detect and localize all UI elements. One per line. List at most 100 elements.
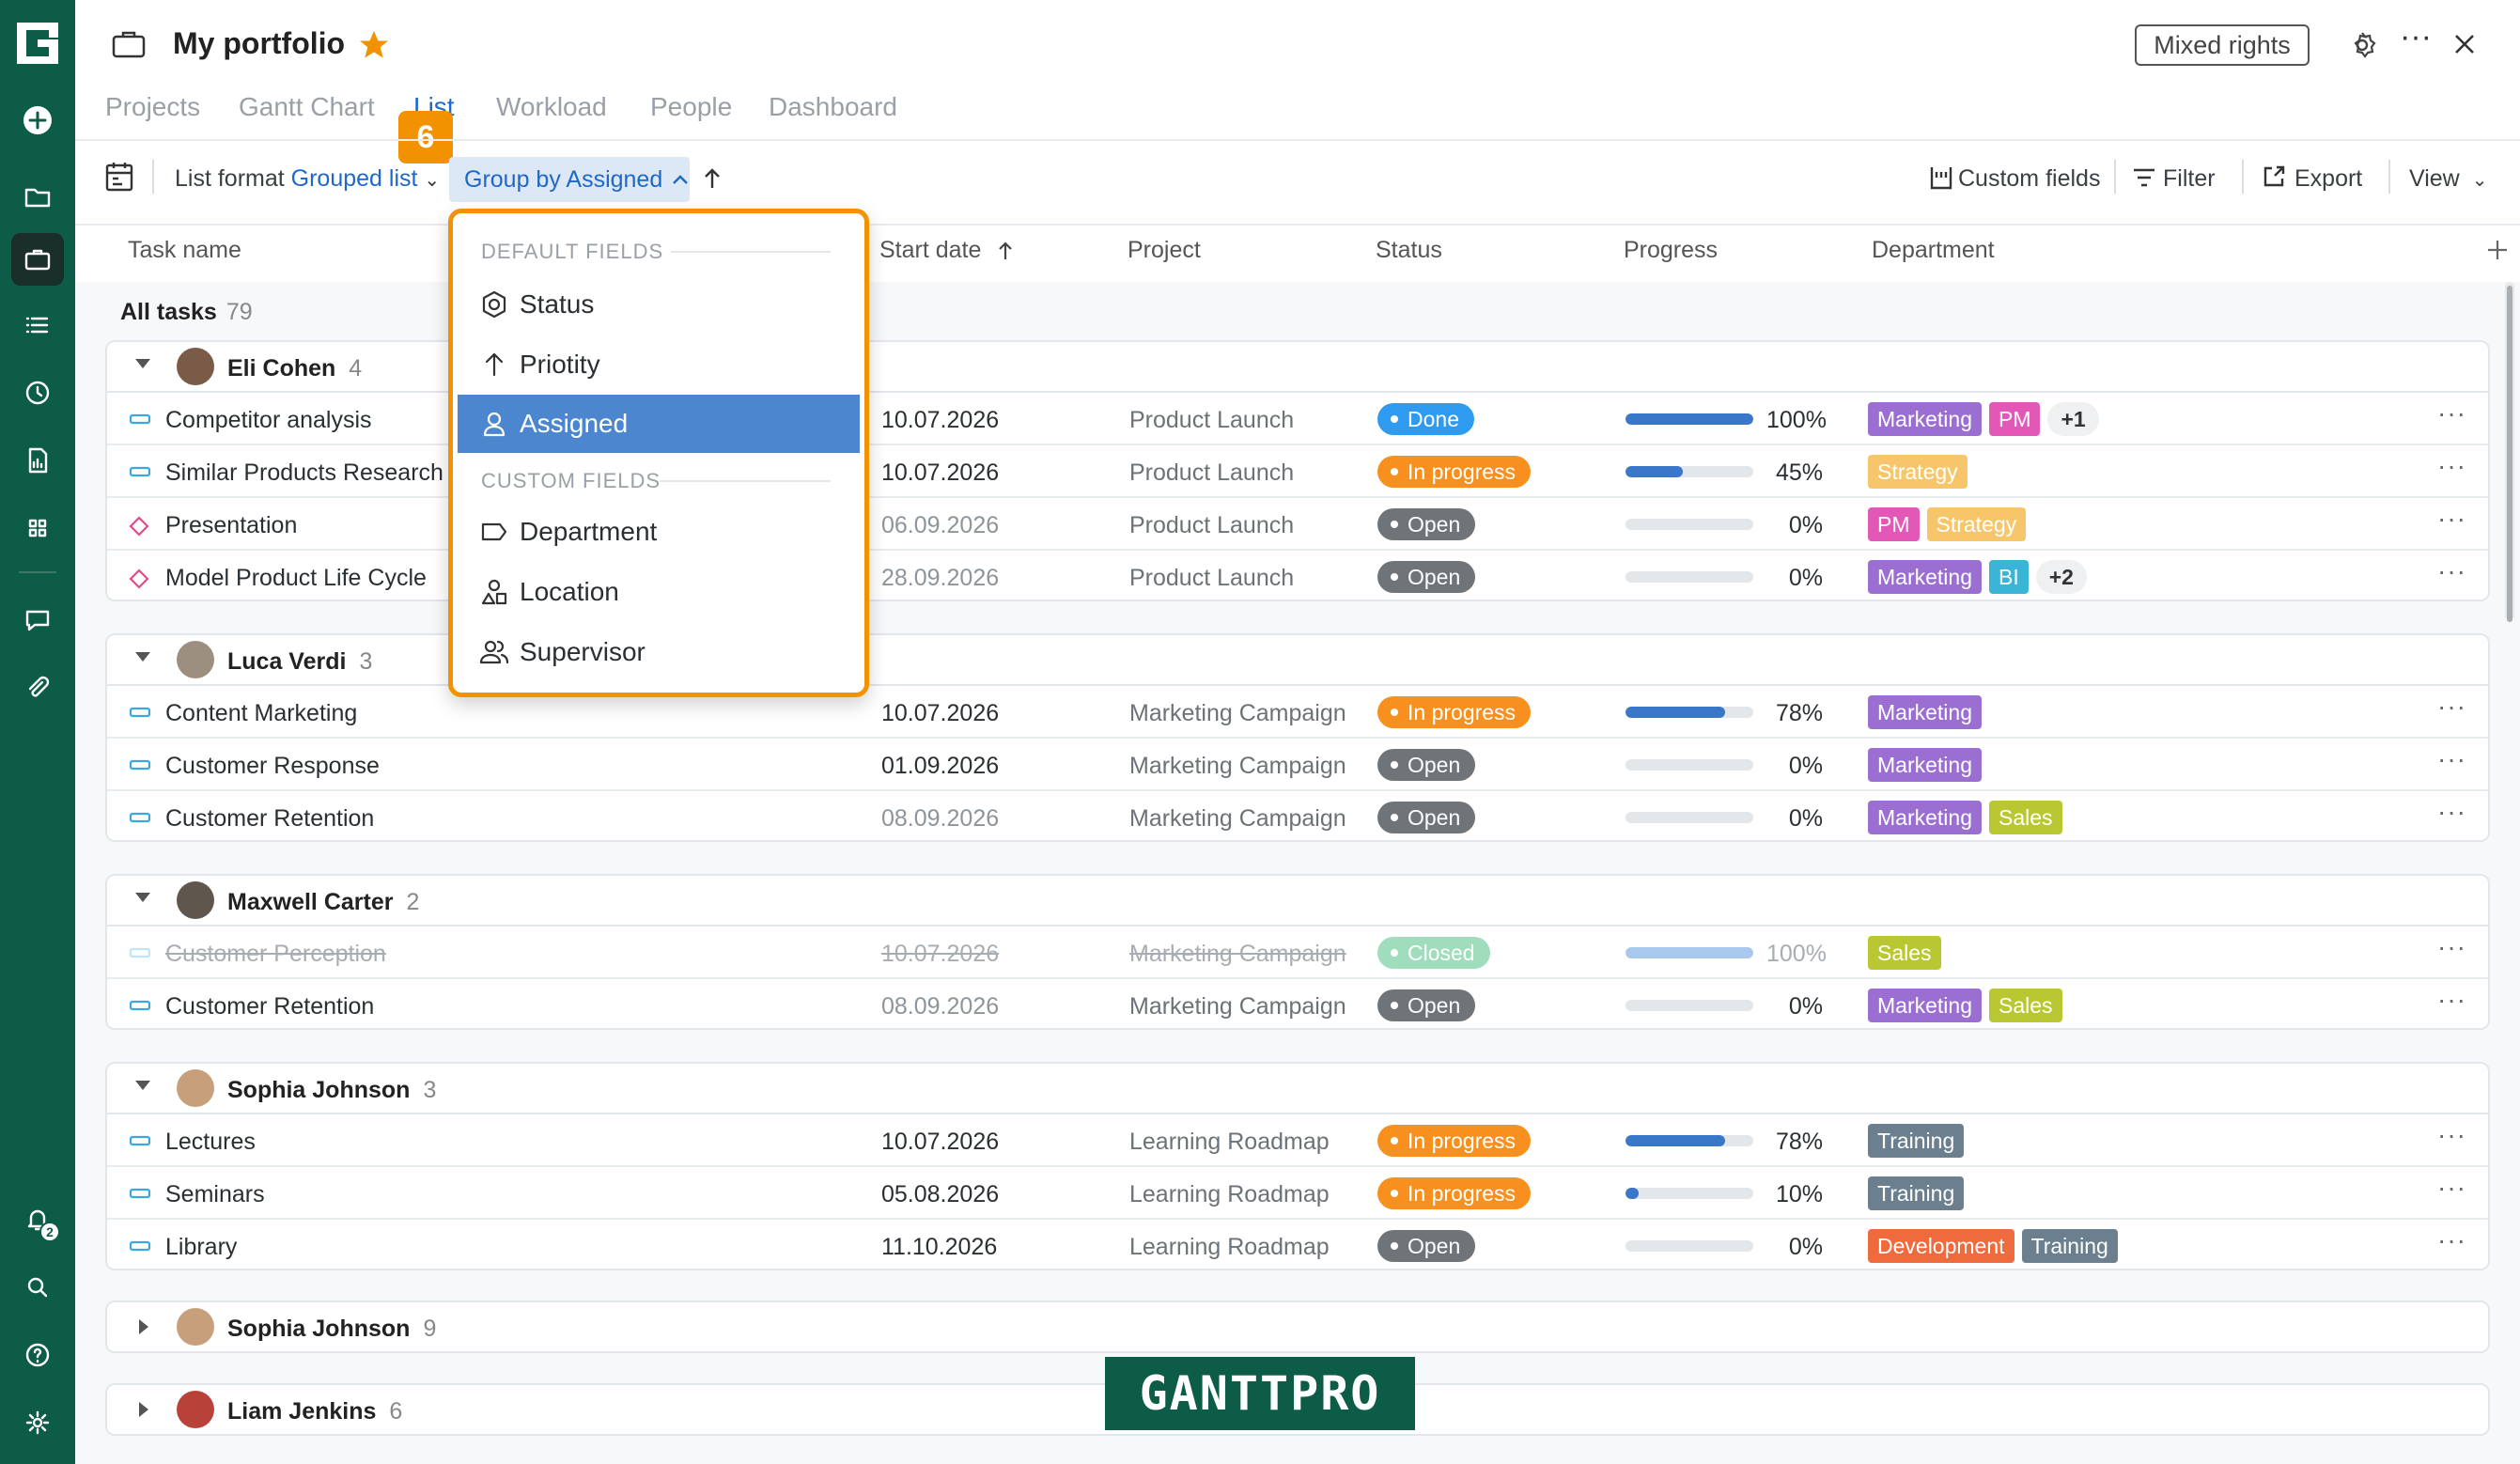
table-row[interactable]: Customer Perception 10.07.2026 Marketing… [107,927,2488,979]
department-tag[interactable]: Marketing [1868,748,1982,782]
department-tag[interactable]: PM [1868,507,1920,541]
portfolio-briefcase-icon[interactable] [11,233,64,286]
dropdown-item-status[interactable]: Status [458,275,860,334]
settings-icon[interactable] [2345,28,2379,62]
status-badge[interactable]: In progress [1377,696,1532,728]
list-icon[interactable] [11,299,64,351]
start-date[interactable]: 10.07.2026 [881,459,999,487]
status-badge[interactable]: Open [1377,749,1476,781]
dropdown-item-location[interactable]: Location [458,563,860,621]
start-date[interactable]: 10.07.2026 [881,700,999,727]
sort-arrow-up-icon[interactable] [699,165,725,192]
collapse-caret-icon[interactable] [135,359,150,368]
start-date[interactable]: 10.07.2026 [881,1129,999,1156]
group-header[interactable]: Maxwell Carter 2 [107,876,2488,927]
tab-people[interactable]: People [650,92,732,122]
favorite-star-icon[interactable] [357,28,391,62]
row-more-options-icon[interactable]: ··· [2437,744,2466,774]
department-tag[interactable]: Development [1868,1229,2014,1263]
start-date[interactable]: 06.09.2026 [881,512,999,539]
department-tag[interactable]: Training [1868,1124,1965,1158]
row-more-options-icon[interactable]: ··· [2437,797,2466,827]
projects-folder-icon[interactable] [11,171,64,224]
custom-fields-button[interactable]: Custom fields [1958,165,2100,193]
task-name[interactable]: Competitor analysis [165,407,372,434]
status-badge[interactable]: Open [1377,508,1476,540]
department-tag[interactable]: Training [1868,1176,1965,1210]
row-more-options-icon[interactable]: ··· [2437,985,2466,1015]
department-tag[interactable]: Marketing [1868,695,1982,729]
department-tag[interactable]: Marketing [1868,560,1982,594]
status-badge[interactable]: Closed [1377,937,1490,969]
department-tag[interactable]: Strategy [1926,507,2027,541]
column-project[interactable]: Project [1128,237,1201,264]
table-row[interactable]: Lectures 10.07.2026 Learning Roadmap In … [107,1114,2488,1167]
project-name[interactable]: Marketing Campaign [1129,700,1346,727]
task-name[interactable]: Customer Retention [165,993,374,1020]
notifications-bell-icon[interactable]: 2 [11,1193,64,1246]
report-icon[interactable] [11,434,64,487]
table-row[interactable]: Seminars 05.08.2026 Learning Roadmap In … [107,1167,2488,1220]
project-name[interactable]: Product Launch [1129,407,1294,434]
table-row[interactable]: Library 11.10.2026 Learning Roadmap Open… [107,1220,2488,1272]
tab-gantt-chart[interactable]: Gantt Chart [239,92,375,122]
department-tag[interactable]: Marketing [1868,989,1982,1022]
row-more-options-icon[interactable]: ··· [2437,1173,2466,1203]
department-tag[interactable]: Sales [1868,936,1941,970]
table-row[interactable]: Customer Retention 08.09.2026 Marketing … [107,979,2488,1032]
collapse-caret-icon[interactable] [135,652,150,662]
expand-caret-icon[interactable] [139,1319,148,1334]
apps-grid-icon[interactable] [11,502,64,554]
task-name[interactable]: Model Product Life Cycle [165,565,427,592]
department-tag[interactable]: BI [1988,560,2029,594]
task-name[interactable]: Seminars [165,1181,265,1208]
status-badge[interactable]: Done [1377,403,1474,435]
department-tag[interactable]: Sales [1988,801,2062,834]
start-date[interactable]: 01.09.2026 [881,753,999,780]
more-tags-badge[interactable]: +1 [2047,402,2099,436]
calendar-icon[interactable] [103,160,135,194]
project-name[interactable]: Product Launch [1129,459,1294,487]
row-more-options-icon[interactable]: ··· [2437,398,2466,428]
column-progress[interactable]: Progress [1624,237,1718,264]
dropdown-item-department[interactable]: Department [458,503,860,561]
task-name[interactable]: Similar Products Research [165,459,443,487]
task-name[interactable]: Customer Response [165,753,380,780]
clock-icon[interactable] [11,366,64,419]
project-name[interactable]: Marketing Campaign [1129,941,1346,968]
task-name[interactable]: Lectures [165,1129,256,1156]
dropdown-item-priority[interactable]: Priotity [458,335,860,394]
search-icon[interactable] [11,1261,64,1314]
filter-button[interactable]: Filter [2163,165,2216,193]
attachment-icon[interactable] [11,662,64,714]
project-name[interactable]: Learning Roadmap [1129,1181,1330,1208]
start-date[interactable]: 28.09.2026 [881,565,999,592]
ganttpro-logo[interactable] [13,19,62,68]
row-more-options-icon[interactable]: ··· [2437,556,2466,586]
column-start-date[interactable]: Start date [879,237,1016,264]
start-date[interactable]: 05.08.2026 [881,1181,999,1208]
task-name[interactable]: Presentation [165,512,297,539]
collapse-caret-icon[interactable] [135,1081,150,1090]
project-name[interactable]: Marketing Campaign [1129,993,1346,1020]
more-options-icon[interactable]: ··· [2400,19,2432,55]
task-name[interactable]: Content Marketing [165,700,357,727]
tab-workload[interactable]: Workload [496,92,607,122]
start-date[interactable]: 11.10.2026 [881,1234,997,1261]
status-badge[interactable]: Open [1377,561,1476,593]
tab-dashboard[interactable]: Dashboard [769,92,897,122]
row-more-options-icon[interactable]: ··· [2437,1225,2466,1255]
start-date[interactable]: 10.07.2026 [881,407,999,434]
project-name[interactable]: Product Launch [1129,512,1294,539]
status-badge[interactable]: In progress [1377,456,1532,488]
project-name[interactable]: Learning Roadmap [1129,1234,1330,1261]
task-name[interactable]: Customer Retention [165,805,374,833]
column-task-name[interactable]: Task name [128,237,241,264]
department-tag[interactable]: Training [2021,1229,2118,1263]
department-tag[interactable]: Sales [1988,989,2062,1022]
status-badge[interactable]: Open [1377,1230,1476,1262]
group-header[interactable]: Sophia Johnson 9 [107,1302,2488,1353]
task-name[interactable]: Library [165,1234,237,1261]
row-more-options-icon[interactable]: ··· [2437,451,2466,481]
tab-projects[interactable]: Projects [105,92,200,122]
